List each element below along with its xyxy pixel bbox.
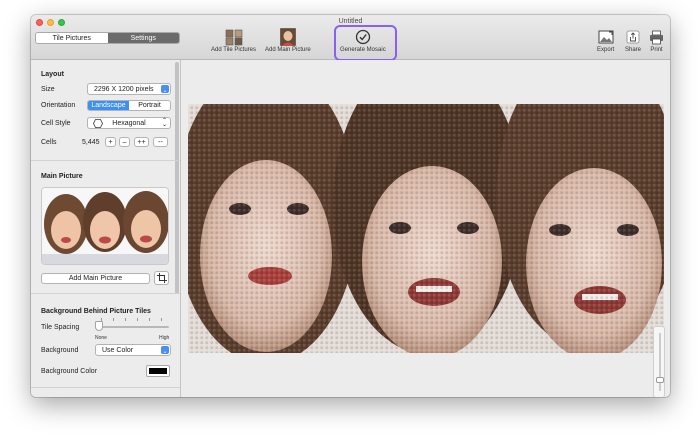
tile-spacing-track[interactable] bbox=[97, 326, 169, 328]
export-icon bbox=[598, 27, 614, 47]
tile-spacing-min-label: None bbox=[95, 335, 107, 341]
tile-spacing-knob[interactable] bbox=[95, 321, 103, 331]
orientation-control: Landscape Portrait bbox=[87, 100, 171, 111]
size-value: 2296 X 1200 pixels bbox=[94, 85, 154, 93]
sidebar-scrollbar[interactable] bbox=[175, 62, 179, 294]
print-button[interactable]: Print bbox=[649, 27, 664, 53]
cells-count: 5,445 bbox=[82, 139, 100, 146]
slider-tick bbox=[125, 318, 126, 321]
orientation-label: Orientation bbox=[41, 102, 76, 109]
generate-mosaic-icon bbox=[355, 27, 371, 47]
add-main-picture-sidebar-button[interactable]: Add Main Picture bbox=[41, 273, 150, 284]
size-popup[interactable]: 2296 X 1200 pixels ⌃ ⌄ bbox=[87, 83, 171, 95]
tile-spacing-label: Tile Spacing bbox=[41, 324, 80, 331]
tab-settings[interactable]: Settings bbox=[107, 33, 179, 43]
background-value: Use Color bbox=[102, 346, 134, 354]
popup-arrows-icon: ⌃ ⌄ bbox=[161, 84, 169, 94]
hexagon-icon bbox=[93, 119, 103, 128]
background-color-well[interactable] bbox=[146, 365, 170, 377]
tile-spacing-max-label: High bbox=[159, 335, 170, 341]
tile-pictures-icon bbox=[225, 27, 243, 47]
crop-button[interactable] bbox=[154, 271, 169, 285]
slider-tick bbox=[113, 318, 114, 321]
settings-sidebar: Layout Size 2296 X 1200 pixels ⌃ ⌄ Orient… bbox=[31, 60, 181, 397]
mosaic-canvas bbox=[182, 60, 670, 397]
section-divider bbox=[31, 293, 180, 294]
export-button[interactable]: Export bbox=[597, 27, 614, 53]
share-icon bbox=[626, 27, 640, 47]
background-heading: Background Behind Picture Tiles bbox=[41, 308, 151, 315]
cells-decrease-more-button[interactable]: -- bbox=[153, 137, 168, 147]
cell-style-label: Cell Style bbox=[41, 120, 71, 127]
cells-increase-button[interactable]: + bbox=[105, 137, 116, 147]
popup-arrows-icon: ⌃ ⌄ bbox=[161, 118, 167, 128]
main-picture-heading: Main Picture bbox=[41, 173, 83, 180]
app-window: Untitled Tile Pictures Settings Add Tile… bbox=[31, 15, 670, 397]
background-color-swatch bbox=[149, 368, 167, 374]
section-divider bbox=[31, 160, 180, 161]
orientation-portrait[interactable]: Portrait bbox=[129, 101, 170, 110]
slider-tick bbox=[161, 318, 162, 321]
cell-style-value: Hexagonal bbox=[112, 119, 146, 127]
cells-label: Cells bbox=[41, 139, 57, 146]
orientation-landscape[interactable]: Landscape bbox=[88, 101, 129, 110]
background-popup[interactable]: Use Color ⌃ ⌄ bbox=[95, 344, 171, 356]
popup-arrows-icon: ⌃ ⌄ bbox=[161, 345, 169, 355]
add-main-picture-button[interactable]: Add Main Picture bbox=[265, 27, 311, 53]
add-tile-pictures-button[interactable]: Add Tile Pictures bbox=[211, 27, 256, 53]
window-title: Untitled bbox=[338, 18, 363, 25]
mosaic-preview bbox=[188, 104, 664, 353]
tab-tile-pictures[interactable]: Tile Pictures bbox=[36, 33, 108, 43]
main-picture-preview bbox=[42, 188, 168, 264]
cells-decrease-button[interactable]: – bbox=[119, 137, 130, 147]
slider-tick bbox=[137, 318, 138, 321]
crop-icon bbox=[156, 273, 167, 283]
main-picture-thumbnail[interactable] bbox=[41, 187, 169, 265]
cells-increase-more-button[interactable]: ++ bbox=[134, 137, 149, 147]
sidebar-tab-control: Tile Pictures Settings bbox=[35, 32, 180, 44]
slider-tick bbox=[149, 318, 150, 321]
zoom-slider-knob[interactable] bbox=[656, 377, 664, 384]
zoom-slider[interactable] bbox=[653, 326, 665, 397]
share-button[interactable]: Share bbox=[625, 27, 641, 53]
section-divider bbox=[31, 387, 180, 388]
layout-heading: Layout bbox=[41, 71, 64, 78]
background-color-label: Background Color bbox=[41, 368, 98, 375]
cell-style-popup[interactable]: Hexagonal ⌃ ⌄ bbox=[87, 117, 171, 129]
generate-mosaic-button[interactable]: Generate Mosaic bbox=[340, 27, 386, 53]
size-label: Size bbox=[41, 86, 55, 93]
mosaic-image[interactable] bbox=[188, 104, 664, 353]
titlebar: Untitled Tile Pictures Settings Add Tile… bbox=[31, 15, 670, 61]
print-icon bbox=[649, 27, 664, 47]
main-picture-icon bbox=[280, 27, 296, 47]
background-label: Background bbox=[41, 347, 79, 354]
